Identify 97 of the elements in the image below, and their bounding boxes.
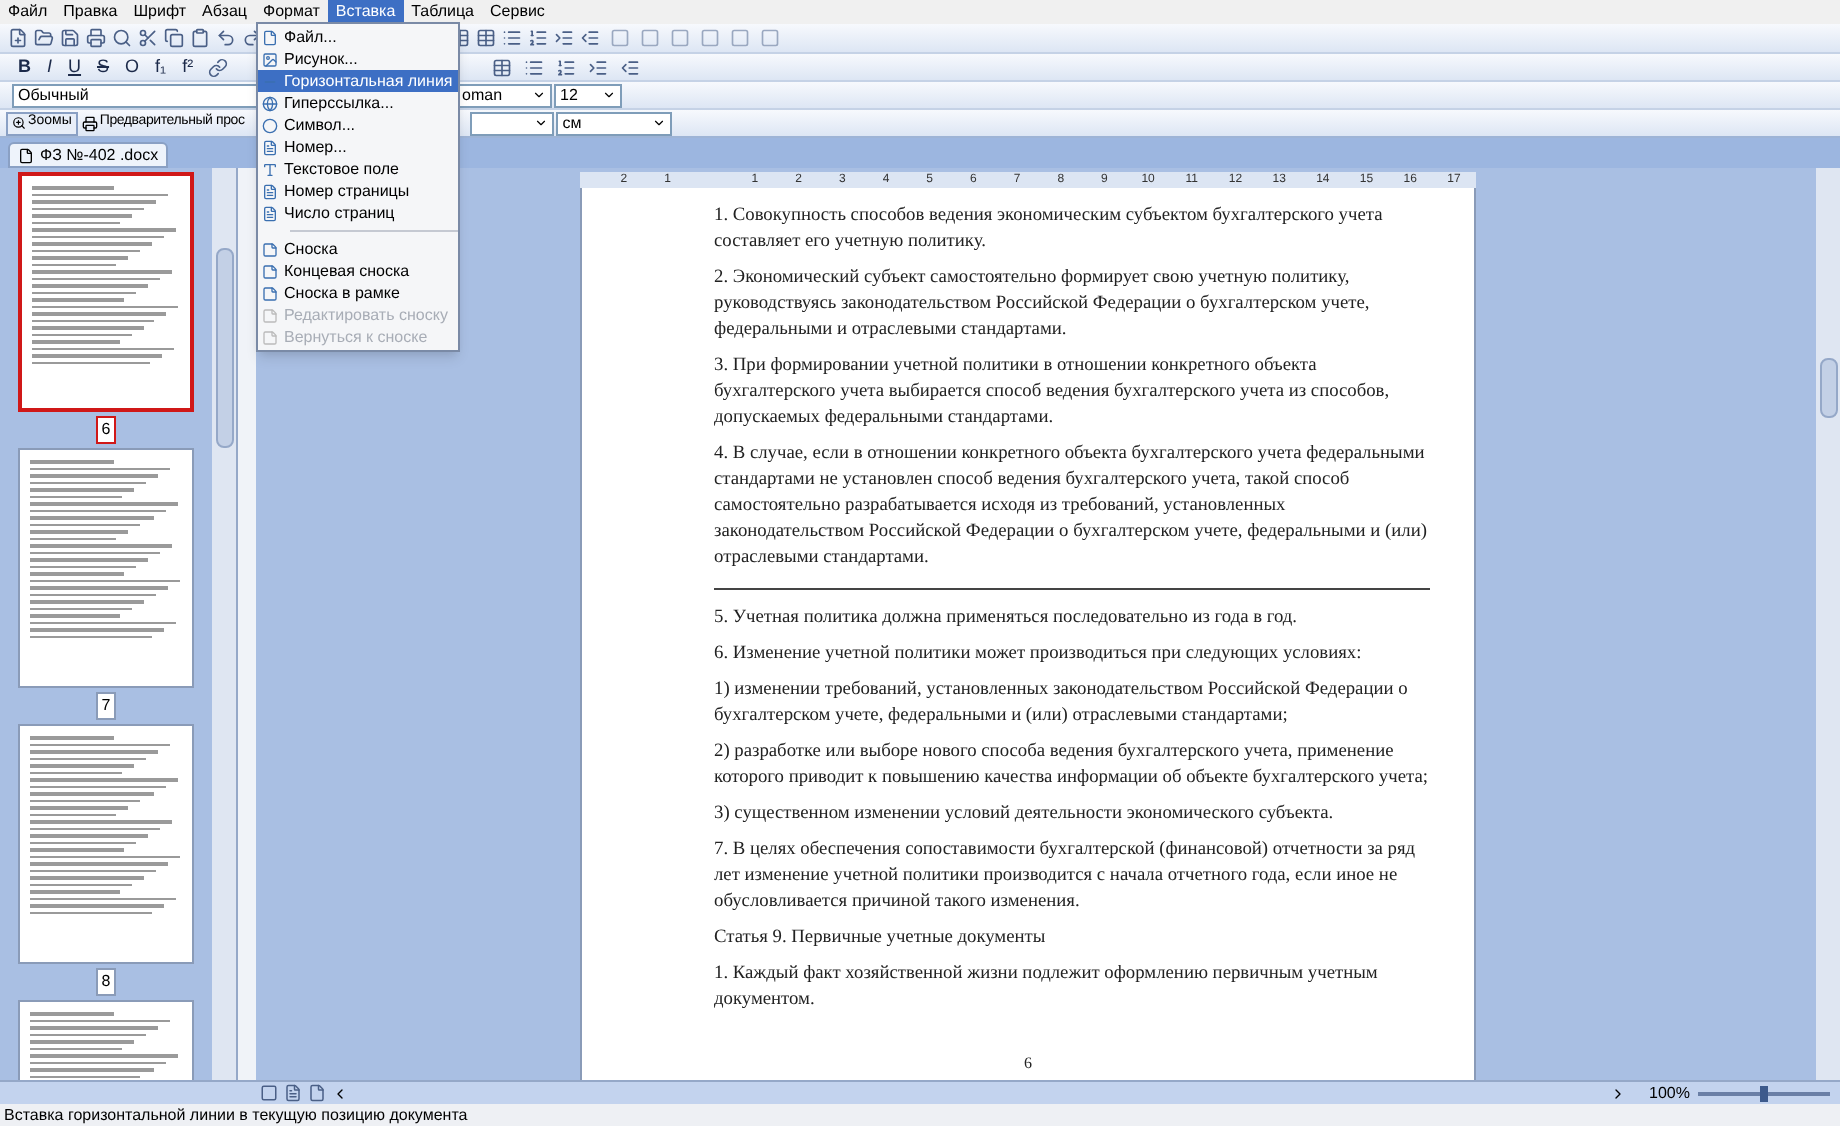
view-icon[interactable] bbox=[260, 1084, 278, 1102]
toolbar-icon[interactable] bbox=[190, 28, 210, 48]
menu-item[interactable]: Вставка bbox=[327, 0, 404, 24]
toolbar-icon[interactable] bbox=[216, 28, 236, 48]
document-tab[interactable]: ФЗ №-402 .docx bbox=[8, 142, 169, 168]
toolbar-icon[interactable] bbox=[502, 28, 522, 48]
zoom-slider[interactable] bbox=[1698, 1085, 1830, 1101]
scrollbar[interactable] bbox=[1816, 168, 1840, 1080]
scroll-left-icon[interactable] bbox=[332, 1085, 348, 1101]
status-text: Вставка горизонтальной линии в текущую позицию документа bbox=[4, 1103, 468, 1126]
menu-icon bbox=[262, 161, 278, 177]
font-dropdown[interactable]: oman bbox=[456, 83, 552, 107]
unit-dropdown[interactable]: см bbox=[556, 111, 673, 135]
paragraph: 7. В целях обеспечения сопоставимости бухгалтерской (финансовой) отчетности за ряд лет изменение учетной политики производится с начала отчетного года, если иное не обусловливается причиной такого изменения. bbox=[714, 838, 1418, 916]
page-number: 8 bbox=[95, 968, 117, 996]
page-number: 7 bbox=[95, 692, 117, 720]
format-button[interactable]: B bbox=[16, 53, 33, 81]
paragraph: 2. Экономический субъект самостоятельно формирует свою учетную политику, руководствуясь законодательством Российской Федерации о бухгалтерском учете, федеральными и отраслевыми стандартами. bbox=[714, 266, 1372, 344]
link-icon[interactable] bbox=[207, 57, 228, 77]
menu-entry[interactable]: Текстовое поле bbox=[258, 158, 458, 180]
menu-icon bbox=[262, 285, 278, 301]
menu-icon bbox=[262, 307, 278, 323]
caret-icon bbox=[652, 116, 667, 130]
menu-entry[interactable]: Файл... bbox=[258, 26, 458, 48]
page-number: 6 bbox=[1024, 1054, 1032, 1076]
toolbar-icon[interactable] bbox=[86, 28, 106, 48]
page-thumbnail[interactable] bbox=[18, 448, 194, 688]
paragraph: 2) разработке или выборе нового способа ведения бухгалтерского учета, применение которого приводит к повышению качества информации об объекте бухгалтерского учета; bbox=[714, 740, 1430, 792]
menu-item[interactable]: Таблица bbox=[403, 0, 483, 24]
menu-icon bbox=[262, 329, 278, 345]
size-dropdown[interactable]: 12 bbox=[554, 83, 622, 107]
menu-entry[interactable]: Символ... bbox=[258, 114, 458, 136]
menu-entry[interactable]: Концевая сноска bbox=[258, 260, 458, 282]
dropdown-field[interactable] bbox=[470, 111, 555, 135]
format-button[interactable]: U bbox=[66, 53, 84, 81]
document-icon bbox=[18, 147, 34, 163]
toolbar-icon[interactable] bbox=[528, 28, 548, 48]
scrollbar[interactable] bbox=[212, 168, 236, 1080]
toolbar-icon[interactable] bbox=[60, 28, 80, 48]
zoom-icon bbox=[12, 116, 26, 130]
paragraph: 6. Изменение учетной политики может производиться при следующих условиях: bbox=[714, 642, 1364, 668]
page-thumbnail[interactable] bbox=[18, 172, 194, 412]
paragraph: 3) существенном изменении условий деятельности экономического субъекта. bbox=[714, 802, 1336, 828]
menu-icon bbox=[262, 183, 278, 199]
toolbar-icon[interactable] bbox=[587, 57, 608, 77]
toolbar-icon[interactable] bbox=[164, 28, 184, 48]
toolbar-icon[interactable] bbox=[554, 28, 574, 48]
format-button[interactable]: I bbox=[45, 53, 55, 81]
slider-thumb[interactable] bbox=[1760, 1085, 1768, 1101]
toolbar-icon[interactable] bbox=[619, 57, 640, 77]
menu-item[interactable]: Файл bbox=[0, 0, 56, 24]
paragraph: 3. При формировании учетной политики в отношении конкретного объекта бухгалтерского учета выбирается способ ведения бухгалтерского учета из способов, допускаемых федеральными стандартами. bbox=[714, 354, 1392, 432]
toolbar-icon[interactable] bbox=[138, 28, 158, 48]
menu-icon bbox=[262, 241, 278, 257]
menu-entry[interactable]: Горизонтальная линия bbox=[258, 70, 458, 92]
menu-icon bbox=[262, 263, 278, 279]
paragraph: 1) изменении требований, установленных законодательством Российской Федерации о бухгалтерском учете, федеральными и (или) отраслевыми стандартами; bbox=[714, 678, 1410, 730]
format-button[interactable]: f₁ bbox=[153, 53, 169, 81]
paragraph: Статья 9. Первичные учетные документы bbox=[714, 926, 1048, 952]
page-thumbnail[interactable] bbox=[18, 724, 194, 964]
zoom-reading: 100% bbox=[1649, 1081, 1690, 1105]
menu-icon bbox=[262, 29, 278, 45]
format-button[interactable]: S bbox=[95, 53, 112, 81]
toolbar-icon[interactable] bbox=[34, 28, 54, 48]
paragraph: 1. Совокупность способов ведения экономическим субъектом бухгалтерского учета составляет его учетную политику. bbox=[714, 204, 1385, 256]
menu-entry[interactable]: Число страниц bbox=[258, 202, 458, 224]
menu-icon bbox=[262, 205, 278, 221]
menu-icon bbox=[262, 139, 278, 155]
preview-icon bbox=[81, 115, 98, 131]
menu-item[interactable]: Шрифт bbox=[125, 0, 195, 24]
toolbar-icon[interactable] bbox=[476, 28, 496, 48]
menu-entry[interactable]: Рисунок... bbox=[258, 48, 458, 70]
toolbar-icon[interactable] bbox=[580, 28, 600, 48]
menu-item[interactable]: Формат bbox=[254, 0, 328, 24]
menu-icon bbox=[262, 117, 278, 133]
menu-item[interactable]: Абзац bbox=[194, 0, 255, 24]
menu-entry[interactable]: Номер... bbox=[258, 136, 458, 158]
toolbar-icon[interactable] bbox=[555, 57, 576, 77]
toolbar-icon[interactable] bbox=[8, 28, 28, 48]
paragraph: 1. Каждый факт хозяйственной жизни подлежит оформлению первичным учетным документом. bbox=[714, 962, 1380, 1014]
format-button[interactable]: O bbox=[123, 53, 142, 81]
menu-item[interactable]: Сервис bbox=[482, 0, 553, 24]
menu-entry[interactable]: Сноска в рамке bbox=[258, 282, 458, 304]
toolbar-icon[interactable] bbox=[112, 28, 132, 48]
paragraph: 4. В случае, если в отношении конкретного объекта бухгалтерского учета федеральными стандартами не установлен способ ведения бухгалтерского учета, такой способ самостоятельно разрабатывается исходя из требований, установленных законодательством Российской Федерации о бухгалтерском учете, федеральными и (или) отраслевыми стандартами. bbox=[714, 442, 1429, 572]
paragraph: 5. Учетная политика должна применяться последовательно из года в год. bbox=[714, 606, 1300, 632]
menu-entry[interactable]: Номер страницы bbox=[258, 180, 458, 202]
caret-icon bbox=[602, 88, 616, 102]
menu-icon bbox=[262, 95, 278, 111]
menu-item[interactable]: Правка bbox=[55, 0, 126, 24]
menu-entry[interactable]: Сноска bbox=[258, 238, 458, 260]
toolbar-icon[interactable] bbox=[491, 57, 512, 77]
view-icon[interactable] bbox=[308, 1084, 326, 1102]
page-number: 6 bbox=[95, 416, 117, 444]
format-button[interactable]: f² bbox=[180, 53, 196, 81]
menu-icon bbox=[262, 51, 278, 67]
view-icon[interactable] bbox=[284, 1084, 302, 1102]
